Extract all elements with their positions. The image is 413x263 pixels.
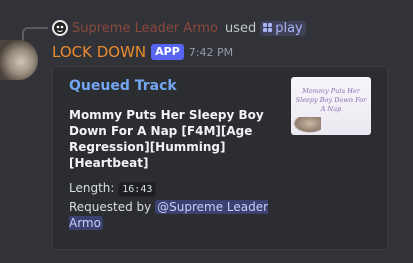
message-timestamp[interactable]: 7:42 PM [189,46,233,59]
length-label: Length: [69,181,115,195]
reply-used-text: used [224,20,257,36]
reply-user-avatar[interactable] [52,20,68,36]
thumbnail-caption: Mommy Puts Her Sleepy Boy Down For A Nap [295,87,367,113]
message-header: LOCK DOWN APP 7:42 PM [52,42,233,62]
length-field: Length: 16:43 [69,180,157,198]
slash-command[interactable]: play [260,20,306,36]
track-title: Mommy Puts Her Sleepy Boy Down For A Nap… [69,108,264,170]
bot-name[interactable]: LOCK DOWN [52,43,146,61]
track-thumbnail[interactable]: Mommy Puts Her Sleepy Boy Down For A Nap [291,77,371,135]
thumbnail-figure [293,117,321,133]
requested-label: Requested by [69,200,152,214]
requested-field: Requested by @Supreme Leader Armo [69,199,284,231]
reply-context[interactable]: Supreme Leader Armo used play [52,18,306,38]
embed-title: Queued Track [69,78,177,94]
reply-connector [22,27,48,41]
app-badge: APP [151,44,184,60]
length-value: 16:43 [118,182,157,197]
reply-username[interactable]: Supreme Leader Armo [72,21,218,36]
bot-avatar[interactable] [0,40,38,80]
slash-command-name: play [275,20,303,36]
slash-command-icon [263,21,273,36]
embed-card: Queued Track Mommy Puts Her Sleepy Boy D… [52,66,388,250]
